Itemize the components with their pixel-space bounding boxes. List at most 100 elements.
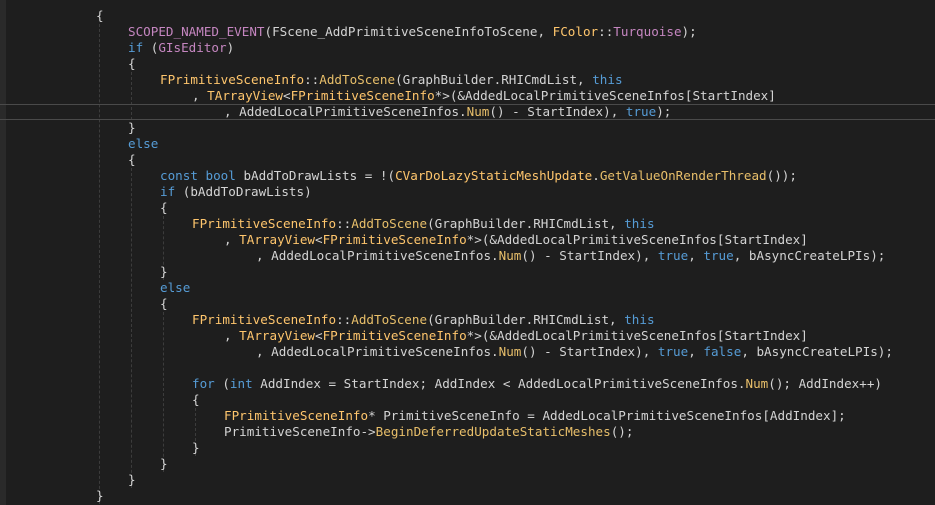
code-token: * PrimitiveSceneInfo = AddedLocalPrimiti… — [368, 408, 846, 423]
code-line[interactable]: } — [0, 264, 168, 280]
code-token: () - StartIndex), — [489, 104, 626, 119]
code-token: } — [96, 488, 104, 503]
code-token: ( — [143, 40, 159, 55]
code-token: else — [160, 280, 191, 295]
code-token: , — [688, 344, 704, 359]
code-line[interactable]: FPrimitiveSceneInfo* PrimitiveSceneInfo … — [0, 408, 846, 424]
code-text: else — [160, 280, 190, 296]
code-token: ()); — [766, 168, 797, 183]
code-line[interactable]: } — [0, 120, 136, 136]
code-token: :: — [598, 24, 614, 39]
code-token: < — [315, 328, 323, 343]
code-line[interactable]: SCOPED_NAMED_EVENT(FScene_AddPrimitiveSc… — [0, 24, 697, 40]
code-line[interactable] — [0, 360, 8, 376]
code-line[interactable]: for (int AddIndex = StartIndex; AddIndex… — [0, 376, 882, 392]
code-token: AddIndex = StartIndex; AddIndex < AddedL… — [252, 376, 746, 391]
code-line[interactable]: else — [0, 136, 158, 152]
code-token: (); — [610, 424, 634, 439]
code-text: if (GIsEditor) — [128, 40, 234, 56]
code-token: } — [160, 264, 168, 279]
code-token: TArrayView — [239, 232, 315, 247]
code-token: (GraphBuilder.RHICmdList, — [427, 312, 625, 327]
code-line[interactable]: else — [0, 280, 190, 296]
code-line[interactable]: , TArrayView<FPrimitiveSceneInfo*>(&Adde… — [0, 328, 808, 344]
code-token: FPrimitiveSceneInfo — [192, 312, 337, 327]
code-token: GIsEditor — [158, 40, 227, 55]
code-line[interactable]: { — [0, 392, 200, 408]
code-token: *>(&AddedLocalPrimitiveSceneInfos[StartI… — [434, 88, 776, 103]
code-token: Num — [498, 344, 522, 359]
code-line[interactable]: , TArrayView<FPrimitiveSceneInfo*>(&Adde… — [0, 88, 776, 104]
code-token: , AddedLocalPrimitiveSceneInfos. — [256, 248, 499, 263]
code-token: , — [688, 248, 704, 263]
code-token: } — [192, 440, 200, 455]
code-token: int — [229, 376, 253, 391]
code-text: const bool bAddToDrawLists = !(CVarDoLaz… — [160, 168, 797, 184]
code-line[interactable]: , AddedLocalPrimitiveSceneInfos.Num() - … — [0, 248, 885, 264]
code-line[interactable]: , AddedLocalPrimitiveSceneInfos.Num() - … — [0, 344, 893, 360]
code-token: FPrimitiveSceneInfo — [322, 328, 467, 343]
code-text: { — [160, 200, 168, 216]
code-text: FPrimitiveSceneInfo::AddToScene(GraphBui… — [192, 312, 655, 328]
code-token: } — [128, 120, 136, 135]
code-line[interactable]: { — [0, 56, 136, 72]
code-token: if — [128, 40, 144, 55]
code-token: Num — [466, 104, 490, 119]
code-token: AddToScene — [351, 216, 428, 231]
code-text: { — [128, 152, 136, 168]
code-token: ) — [226, 40, 235, 55]
code-token: true — [657, 344, 689, 359]
code-editor[interactable]: {SCOPED_NAMED_EVENT(FScene_AddPrimitiveS… — [0, 0, 935, 505]
code-line[interactable]: { — [0, 152, 136, 168]
code-line[interactable]: } — [0, 440, 200, 456]
code-token: if — [160, 184, 176, 199]
code-token: { — [96, 8, 104, 23]
code-line[interactable]: { — [0, 296, 168, 312]
code-line[interactable]: if (GIsEditor) — [0, 40, 234, 56]
code-line[interactable]: } — [0, 456, 168, 472]
code-token: SCOPED_NAMED_EVENT — [128, 24, 265, 39]
code-text: FPrimitiveSceneInfo::AddToScene(GraphBui… — [160, 72, 623, 88]
code-token: , — [224, 328, 240, 343]
code-token: () - StartIndex), — [521, 248, 658, 263]
code-text: FPrimitiveSceneInfo::AddToScene(GraphBui… — [192, 216, 655, 232]
code-text: , AddedLocalPrimitiveSceneInfos.Num() - … — [256, 344, 893, 360]
code-line[interactable]: , TArrayView<FPrimitiveSceneInfo*>(&Adde… — [0, 232, 808, 248]
code-text: if (bAddToDrawLists) — [160, 184, 312, 200]
code-token: { — [128, 56, 136, 71]
code-token: true — [625, 104, 657, 119]
code-token: { — [160, 296, 168, 311]
code-token: (); AddIndex++) — [768, 376, 882, 391]
code-line[interactable]: FPrimitiveSceneInfo::AddToScene(GraphBui… — [0, 312, 655, 328]
code-text: } — [128, 120, 136, 136]
code-token: FPrimitiveSceneInfo — [192, 216, 337, 231]
code-token: (GraphBuilder.RHICmdList, — [427, 216, 625, 231]
code-line[interactable]: FPrimitiveSceneInfo::AddToScene(GraphBui… — [0, 216, 655, 232]
code-line[interactable]: } — [0, 472, 136, 488]
code-token: TArrayView — [207, 88, 283, 103]
code-token: :: — [304, 72, 320, 87]
code-token: { — [160, 200, 168, 215]
code-token: Num — [498, 248, 522, 263]
code-token: GetValueOnRenderThread — [599, 168, 767, 183]
code-line[interactable]: if (bAddToDrawLists) — [0, 184, 312, 200]
code-line[interactable]: PrimitiveSceneInfo->BeginDeferredUpdateS… — [0, 424, 633, 440]
code-token: TArrayView — [239, 328, 315, 343]
code-text: , AddedLocalPrimitiveSceneInfos.Num() - … — [224, 105, 671, 119]
code-text: else — [128, 136, 158, 152]
code-token: FPrimitiveSceneInfo — [160, 72, 305, 87]
code-token: ); — [656, 104, 672, 119]
code-line[interactable]: { — [0, 8, 104, 24]
code-token: Num — [745, 376, 769, 391]
code-line[interactable]: { — [0, 200, 168, 216]
code-token: false — [703, 344, 742, 359]
code-line[interactable]: } — [0, 488, 104, 504]
code-token: , bAsyncCreateLPIs); — [741, 344, 893, 359]
current-code-line[interactable]: , AddedLocalPrimitiveSceneInfos.Num() - … — [0, 104, 935, 120]
code-token: FColor — [552, 24, 599, 39]
code-token: < — [315, 232, 323, 247]
code-line[interactable]: const bool bAddToDrawLists = !(CVarDoLaz… — [0, 168, 797, 184]
code-text: } — [192, 440, 200, 456]
code-line[interactable]: FPrimitiveSceneInfo::AddToScene(GraphBui… — [0, 72, 623, 88]
code-token: *>(&AddedLocalPrimitiveSceneInfos[StartI… — [466, 232, 808, 247]
